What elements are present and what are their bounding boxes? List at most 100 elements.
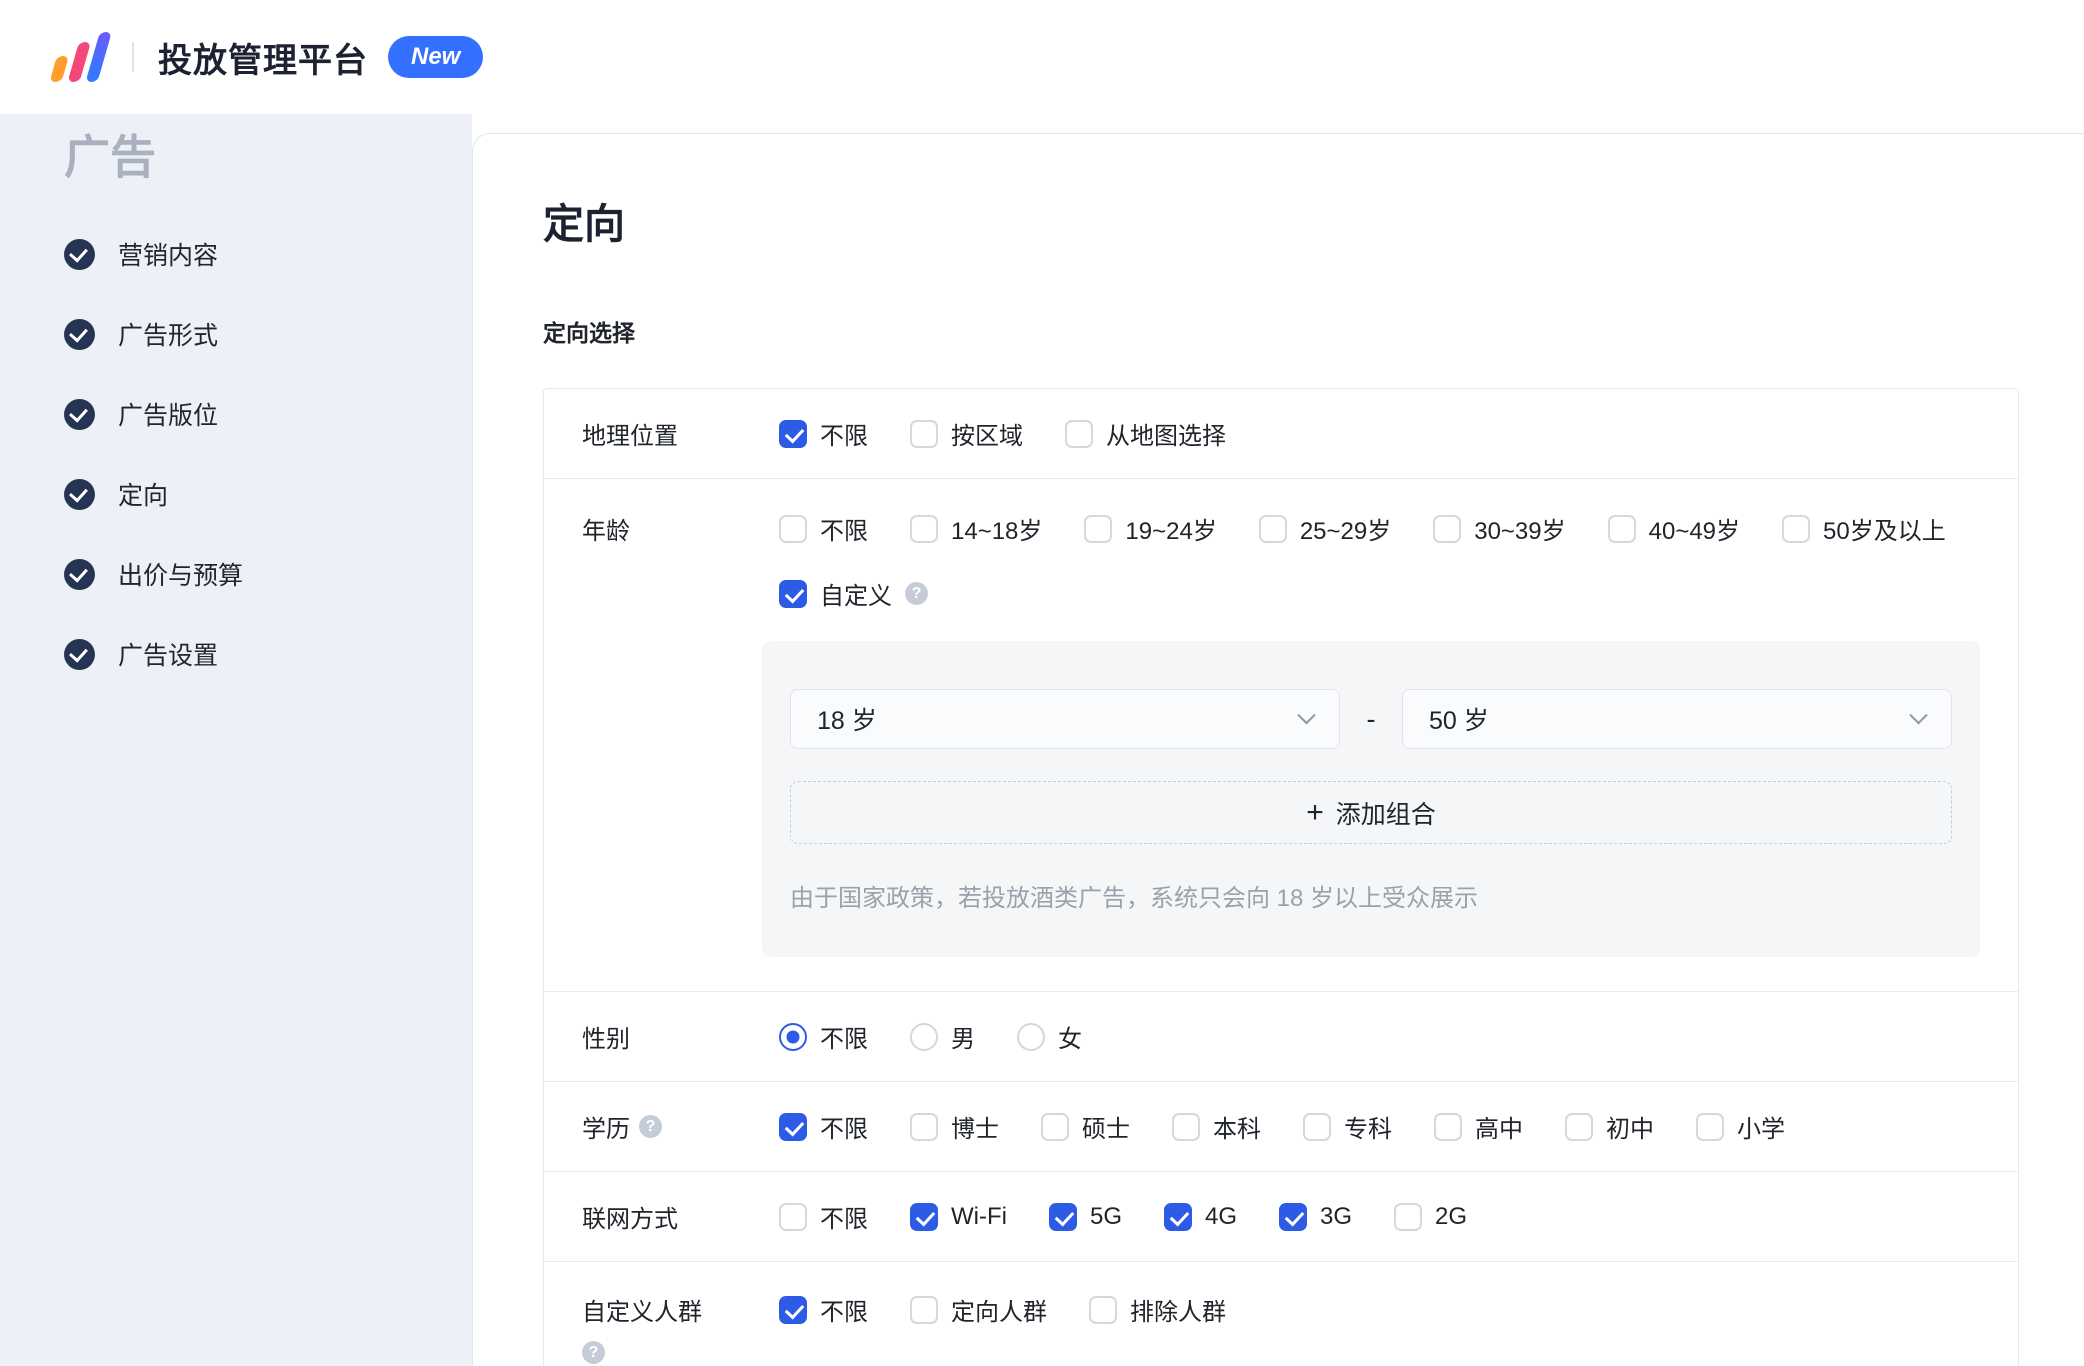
header-divider: [132, 42, 134, 72]
checkbox[interactable]: [1394, 1202, 1423, 1231]
checkbox-option-edu-unlimited[interactable]: 不限: [779, 1109, 868, 1144]
checkbox[interactable]: [910, 1112, 938, 1141]
checkbox-option-age-30-39[interactable]: 30~39岁: [1433, 511, 1566, 546]
checkbox-option-age-14-18[interactable]: 14~18岁: [910, 511, 1042, 546]
checkbox-option-edu-primary[interactable]: 小学: [1696, 1109, 1785, 1144]
check-circle-icon: [64, 638, 95, 670]
sidebar-item-ad-format[interactable]: 广告形式: [64, 294, 472, 374]
checkbox-option-age-50-plus[interactable]: 50岁及以上: [1782, 511, 1946, 546]
checkbox-option-age-40-49[interactable]: 40~49岁: [1607, 511, 1741, 546]
radio[interactable]: [910, 1022, 938, 1051]
checkbox-option-audience-targeted[interactable]: 定向人群: [910, 1292, 1047, 1327]
checkbox-option-edu-master[interactable]: 硕士: [1041, 1109, 1130, 1144]
row-label-text: 自定义人群: [582, 1299, 702, 1326]
sidebar-item-bid-budget[interactable]: 出价与预算: [64, 534, 472, 614]
row-custom-audience-options: 不限 定向人群 排除人群: [779, 1262, 1226, 1327]
checkbox[interactable]: [779, 514, 807, 543]
sidebar-item-ad-placement[interactable]: 广告版位: [64, 374, 472, 454]
checkbox-option-edu-bachelor[interactable]: 本科: [1172, 1109, 1261, 1144]
option-label: 5G: [1089, 1202, 1122, 1230]
sidebar-item-marketing-content[interactable]: 营销内容: [64, 214, 472, 294]
checkbox[interactable]: [1048, 1202, 1077, 1231]
option-label: 30~39岁: [1474, 518, 1566, 545]
row-gender: 性别 不限 男 女: [544, 992, 2018, 1082]
checkbox[interactable]: [1696, 1112, 1724, 1141]
sidebar-item-label: 营销内容: [118, 242, 219, 270]
age-custom-panel: 18 岁 - 50 岁 + 添加组合 由于国家政策，若投放酒类广告，系统只会向 …: [762, 641, 1980, 957]
add-combination-button[interactable]: + 添加组合: [790, 781, 1952, 844]
checkbox[interactable]: [1258, 514, 1287, 543]
help-icon[interactable]: ?: [639, 1115, 662, 1138]
checkbox[interactable]: [1041, 1112, 1069, 1141]
option-label: 博士: [951, 1116, 999, 1143]
option-label: 50岁及以上: [1823, 518, 1946, 545]
age-max-select[interactable]: 50 岁: [1402, 689, 1952, 749]
checkbox[interactable]: [1565, 1112, 1593, 1141]
oceanengine-logo-icon: [50, 32, 111, 82]
help-icon[interactable]: ?: [582, 1341, 605, 1364]
radio-option-gender-unlimited[interactable]: 不限: [779, 1019, 868, 1054]
checkbox[interactable]: [1089, 1295, 1117, 1324]
checkbox-option-net-4g[interactable]: 4G: [1163, 1202, 1237, 1231]
option-label: 40~49岁: [1648, 518, 1741, 545]
sidebar-item-targeting[interactable]: 定向: [64, 454, 472, 534]
checkbox[interactable]: [1065, 419, 1093, 448]
checkbox[interactable]: [1172, 1112, 1200, 1141]
checkbox[interactable]: [1303, 1112, 1331, 1141]
checkbox-option-edu-college[interactable]: 专科: [1303, 1109, 1392, 1144]
checkbox-option-net-wifi[interactable]: Wi-Fi: [910, 1202, 1007, 1231]
checkbox-option-from-map[interactable]: 从地图选择: [1065, 416, 1226, 451]
checkbox-option-by-region[interactable]: 按区域: [910, 416, 1023, 451]
option-label: 女: [1058, 1026, 1082, 1053]
checkbox[interactable]: [910, 514, 938, 543]
checkbox[interactable]: [779, 579, 807, 608]
radio[interactable]: [1017, 1022, 1045, 1051]
checkbox-option-net-2g[interactable]: 2G: [1394, 1202, 1467, 1231]
age-min-select[interactable]: 18 岁: [790, 689, 1340, 749]
checkbox-option-net-5g[interactable]: 5G: [1048, 1202, 1122, 1231]
age-custom-line: 自定义 ?: [779, 576, 1980, 611]
checkbox[interactable]: [910, 1295, 938, 1324]
checkbox-option-age-unlimited[interactable]: 不限: [779, 511, 868, 546]
option-label: 不限: [820, 423, 868, 450]
radio-option-gender-female[interactable]: 女: [1017, 1019, 1082, 1054]
checkbox-option-edu-highschool[interactable]: 高中: [1434, 1109, 1523, 1144]
checkbox-option-edu-doctor[interactable]: 博士: [910, 1109, 999, 1144]
row-network-label: 联网方式: [544, 1199, 779, 1234]
help-icon[interactable]: ?: [905, 582, 928, 605]
radio-option-gender-male[interactable]: 男: [910, 1019, 975, 1054]
checkbox[interactable]: [1084, 514, 1113, 543]
checkbox[interactable]: [779, 1202, 807, 1231]
checkbox[interactable]: [1279, 1202, 1307, 1231]
radio[interactable]: [779, 1022, 807, 1051]
checkbox[interactable]: [779, 1295, 807, 1324]
check-circle-icon: [64, 478, 95, 510]
checkbox[interactable]: [910, 419, 938, 448]
option-label: 专科: [1344, 1116, 1392, 1143]
checkbox[interactable]: [1163, 1202, 1192, 1231]
sidebar-item-ad-settings[interactable]: 广告设置: [64, 614, 472, 694]
option-label: 硕士: [1082, 1116, 1130, 1143]
checkbox[interactable]: [1433, 514, 1462, 543]
checkbox-option-age-25-29[interactable]: 25~29岁: [1258, 511, 1391, 546]
checkbox[interactable]: [779, 419, 807, 448]
checkbox[interactable]: [1607, 514, 1636, 543]
checkbox-option-location-unlimited[interactable]: 不限: [779, 416, 868, 451]
option-label: 4G: [1204, 1202, 1237, 1230]
checkbox-option-audience-excluded[interactable]: 排除人群: [1089, 1292, 1226, 1327]
row-label-text: 学历: [582, 1116, 630, 1143]
checkbox-option-age-19-24[interactable]: 19~24岁: [1084, 511, 1217, 546]
checkbox[interactable]: [1782, 514, 1811, 543]
checkbox-option-net-3g[interactable]: 3G: [1279, 1202, 1352, 1231]
checkbox-option-age-custom[interactable]: 自定义 ?: [779, 576, 928, 611]
checkbox-option-edu-middleschool[interactable]: 初中: [1565, 1109, 1654, 1144]
checkbox[interactable]: [910, 1202, 938, 1231]
checkbox[interactable]: [1434, 1112, 1462, 1141]
checkbox[interactable]: [779, 1112, 807, 1141]
row-education-options: 不限 博士 硕士 本科 专科 高中 初中 小学: [779, 1109, 1785, 1144]
row-gender-options: 不限 男 女: [779, 1019, 1082, 1054]
sidebar-item-label: 定向: [118, 482, 169, 510]
checkbox-option-audience-unlimited[interactable]: 不限: [779, 1292, 868, 1327]
option-label: 高中: [1475, 1116, 1523, 1143]
checkbox-option-net-unlimited[interactable]: 不限: [779, 1199, 868, 1234]
